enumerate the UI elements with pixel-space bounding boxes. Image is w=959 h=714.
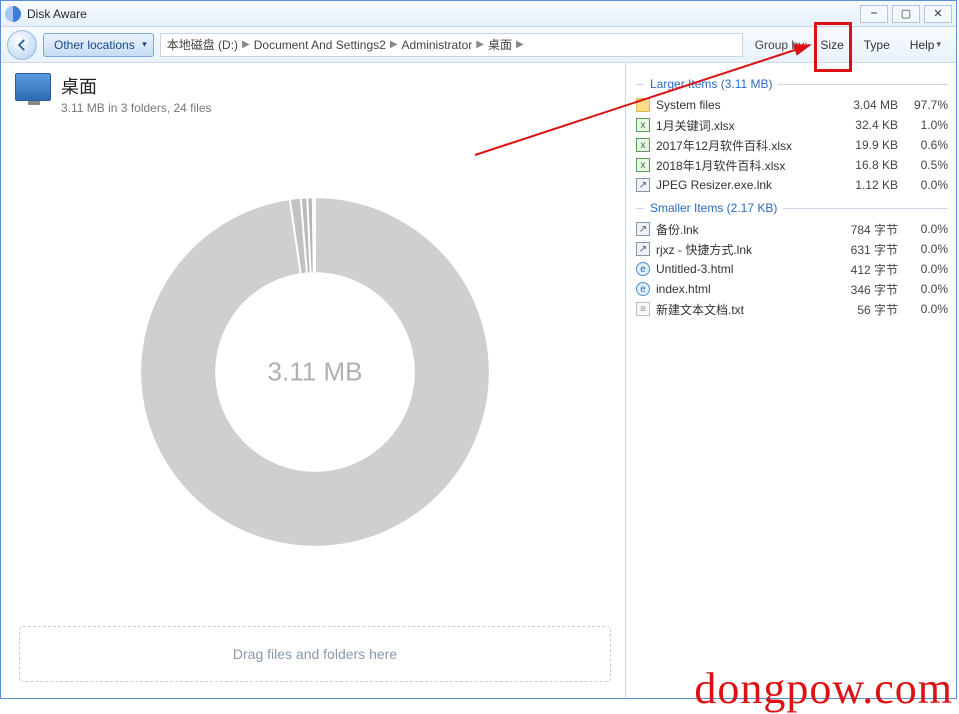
file-size: 631 字节 — [836, 241, 898, 258]
donut-center-label: 3.11 MB — [268, 356, 363, 387]
xls-icon: x — [636, 138, 650, 152]
file-name: 新建文本文档.txt — [656, 301, 830, 318]
breadcrumb-item[interactable]: 本地磁盘 (D:) — [167, 36, 238, 53]
app-window: Disk Aware ⎯ ▢ ✕ Other locations 本地磁盘 (D… — [0, 0, 957, 699]
file-percent: 0.0% — [904, 302, 948, 316]
file-size: 1.12 KB — [836, 178, 898, 192]
lnk-icon: ↗ — [636, 222, 650, 236]
file-name: 1月关键词.xlsx — [656, 117, 830, 134]
group-header: Smaller Items (2.17 KB) — [636, 201, 948, 215]
breadcrumb-item[interactable]: 桌面 — [488, 36, 512, 53]
donut-chart-wrap: 3.11 MB — [15, 121, 615, 622]
file-row[interactable]: System files 3.04 MB 97.7% — [636, 95, 948, 115]
file-row[interactable]: ↗ JPEG Resizer.exe.lnk 1.12 KB 0.0% — [636, 175, 948, 195]
file-size: 346 字节 — [836, 281, 898, 298]
group-header-label: Larger Items (3.11 MB) — [650, 77, 772, 91]
location-dropdown[interactable]: Other locations — [43, 33, 154, 57]
chevron-right-icon: ▶ — [476, 39, 484, 50]
html-icon: e — [636, 262, 650, 276]
file-size: 19.9 KB — [836, 138, 898, 152]
file-name: rjxz - 快捷方式.lnk — [656, 241, 830, 258]
file-name: index.html — [656, 282, 830, 296]
file-size: 3.04 MB — [836, 98, 898, 112]
titlebar: Disk Aware ⎯ ▢ ✕ — [1, 1, 956, 27]
group-by-type[interactable]: Type — [855, 33, 899, 57]
group-header-label: Smaller Items (2.17 KB) — [650, 201, 777, 215]
file-percent: 0.0% — [904, 222, 948, 236]
file-percent: 0.0% — [904, 282, 948, 296]
maximize-button[interactable]: ▢ — [892, 5, 920, 23]
group-by-size[interactable]: Size — [811, 33, 852, 57]
chevron-right-icon: ▶ — [242, 39, 250, 50]
file-size: 56 字节 — [836, 301, 898, 318]
file-size: 16.8 KB — [836, 158, 898, 172]
folder-title: 桌面 — [61, 73, 212, 99]
file-row[interactable]: ↗ 备份.lnk 784 字节 0.0% — [636, 219, 948, 239]
toolbar: Other locations 本地磁盘 (D:) ▶ Document And S… — [1, 27, 956, 63]
file-percent: 0.0% — [904, 242, 948, 256]
file-percent: 0.6% — [904, 138, 948, 152]
file-name: Untitled-3.html — [656, 262, 830, 276]
folder-header: 桌面 3.11 MB in 3 folders, 24 files — [15, 73, 615, 115]
content-area: 桌面 3.11 MB in 3 folders, 24 files 3.11 M… — [1, 63, 956, 698]
arrow-left-icon — [15, 38, 29, 52]
file-percent: 0.0% — [904, 262, 948, 276]
file-row[interactable]: ↗ rjxz - 快捷方式.lnk 631 字节 0.0% — [636, 239, 948, 259]
window-controls: ⎯ ▢ ✕ — [860, 5, 952, 23]
breadcrumb[interactable]: 本地磁盘 (D:)▶Document And Settings2▶Adminis… — [160, 33, 743, 57]
chevron-right-icon: ▶ — [516, 39, 524, 50]
file-name: JPEG Resizer.exe.lnk — [656, 178, 830, 192]
group-header: Larger Items (3.11 MB) — [636, 77, 948, 91]
file-name: 2018年1月软件百科.xlsx — [656, 157, 830, 174]
file-row[interactable]: e index.html 346 字节 0.0% — [636, 279, 948, 299]
group-by-label: Group by: — [755, 38, 808, 52]
html-icon: e — [636, 282, 650, 296]
folder-icon — [636, 98, 650, 112]
lnk-icon: ↗ — [636, 178, 650, 192]
file-size: 412 字节 — [836, 261, 898, 278]
close-button[interactable]: ✕ — [924, 5, 952, 23]
file-percent: 0.5% — [904, 158, 948, 172]
right-pane: Larger Items (3.11 MB) System files 3.04 M… — [626, 63, 956, 698]
xls-icon: x — [636, 158, 650, 172]
file-row[interactable]: ≡ 新建文本文档.txt 56 字节 0.0% — [636, 299, 948, 319]
file-size: 784 字节 — [836, 221, 898, 238]
back-button[interactable] — [7, 30, 37, 60]
file-name: 2017年12月软件百科.xlsx — [656, 137, 830, 154]
breadcrumb-item[interactable]: Administrator — [402, 38, 473, 52]
file-name: System files — [656, 98, 830, 112]
left-pane: 桌面 3.11 MB in 3 folders, 24 files 3.11 M… — [1, 63, 626, 698]
file-percent: 97.7% — [904, 98, 948, 112]
help-menu[interactable]: Help — [901, 33, 950, 57]
file-percent: 1.0% — [904, 118, 948, 132]
app-title: Disk Aware — [27, 7, 860, 21]
donut-chart[interactable]: 3.11 MB — [125, 182, 505, 562]
toolbar-menu: Group by: Size Type Help — [755, 33, 950, 57]
file-size: 32.4 KB — [836, 118, 898, 132]
file-row[interactable]: x 2018年1月软件百科.xlsx 16.8 KB 0.5% — [636, 155, 948, 175]
drop-zone[interactable]: Drag files and folders here — [19, 626, 611, 682]
desktop-icon — [15, 73, 51, 101]
app-icon — [5, 6, 21, 22]
lnk-icon: ↗ — [636, 242, 650, 256]
file-name: 备份.lnk — [656, 221, 830, 238]
breadcrumb-item[interactable]: Document And Settings2 — [254, 38, 386, 52]
minimize-button[interactable]: ⎯ — [860, 5, 888, 23]
txt-icon: ≡ — [636, 302, 650, 316]
folder-subtitle: 3.11 MB in 3 folders, 24 files — [61, 101, 212, 115]
file-percent: 0.0% — [904, 178, 948, 192]
file-row[interactable]: x 2017年12月软件百科.xlsx 19.9 KB 0.6% — [636, 135, 948, 155]
xls-icon: x — [636, 118, 650, 132]
file-row[interactable]: x 1月关键词.xlsx 32.4 KB 1.0% — [636, 115, 948, 135]
file-row[interactable]: e Untitled-3.html 412 字节 0.0% — [636, 259, 948, 279]
chevron-right-icon: ▶ — [390, 39, 398, 50]
location-label: Other locations — [54, 38, 135, 52]
